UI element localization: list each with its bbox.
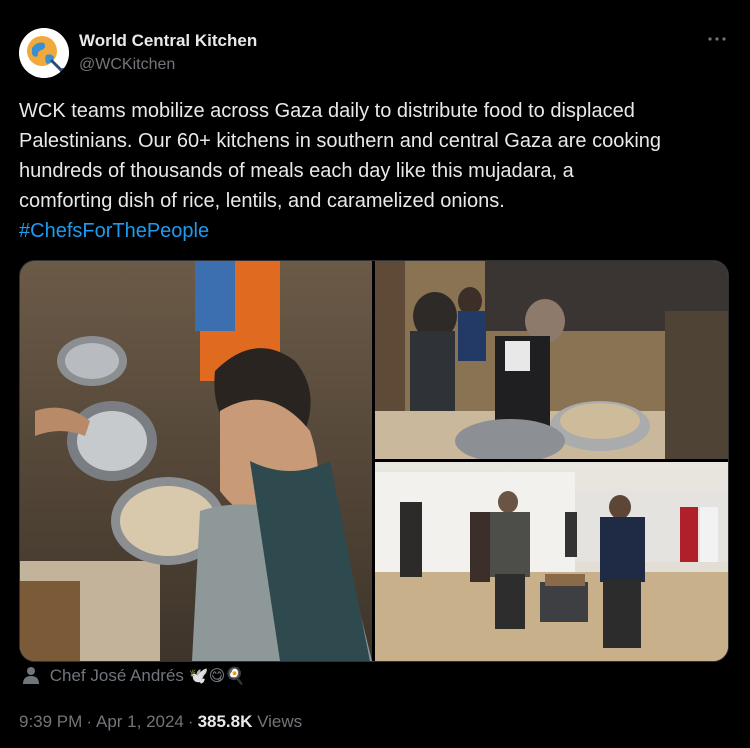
tweet-text: WCK teams mobilize across Gaza daily to …: [19, 96, 734, 246]
tweet-text-line: WCK teams mobilize across Gaza daily to …: [19, 100, 635, 122]
photo-carrying-pot[interactable]: [375, 462, 728, 661]
tweet-text-line: hundreds of thousands of meals each day …: [19, 160, 574, 182]
photo-serving-food[interactable]: [375, 261, 728, 459]
author-name[interactable]: World Central Kitchen: [79, 31, 257, 51]
more-horizontal-icon[interactable]: [703, 30, 731, 50]
person-icon: [23, 666, 39, 689]
tweet-header: World Central Kitchen @WCKitchen: [19, 28, 731, 80]
tagged-people[interactable]: Chef José Andrés 🕊️😋🍳: [23, 666, 245, 690]
photo-child-with-bowl[interactable]: [20, 261, 372, 661]
avatar[interactable]: [19, 28, 69, 78]
tweet-text-line: comforting dish of rice, lentils, and ca…: [19, 190, 505, 212]
tagged-emojis: 🕊️😋🍳: [188, 668, 246, 685]
tweet-meta: 9:39 PM · Apr 1, 2024 · 385.8K Views: [19, 712, 303, 731]
tweet-time[interactable]: 9:39 PM: [19, 712, 82, 731]
media-grid: [19, 260, 729, 662]
views-label: Views: [257, 712, 303, 731]
views-count: 385.8K: [197, 712, 253, 731]
tweet-date[interactable]: Apr 1, 2024: [96, 712, 184, 731]
author-handle[interactable]: @WCKitchen: [79, 56, 175, 74]
wck-logo-icon: [19, 28, 69, 78]
hashtag-link[interactable]: #ChefsForThePeople: [19, 216, 734, 246]
tweet-text-line: Palestinians. Our 60+ kitchens in southe…: [19, 130, 662, 152]
tagged-name[interactable]: Chef José Andrés: [50, 666, 184, 685]
